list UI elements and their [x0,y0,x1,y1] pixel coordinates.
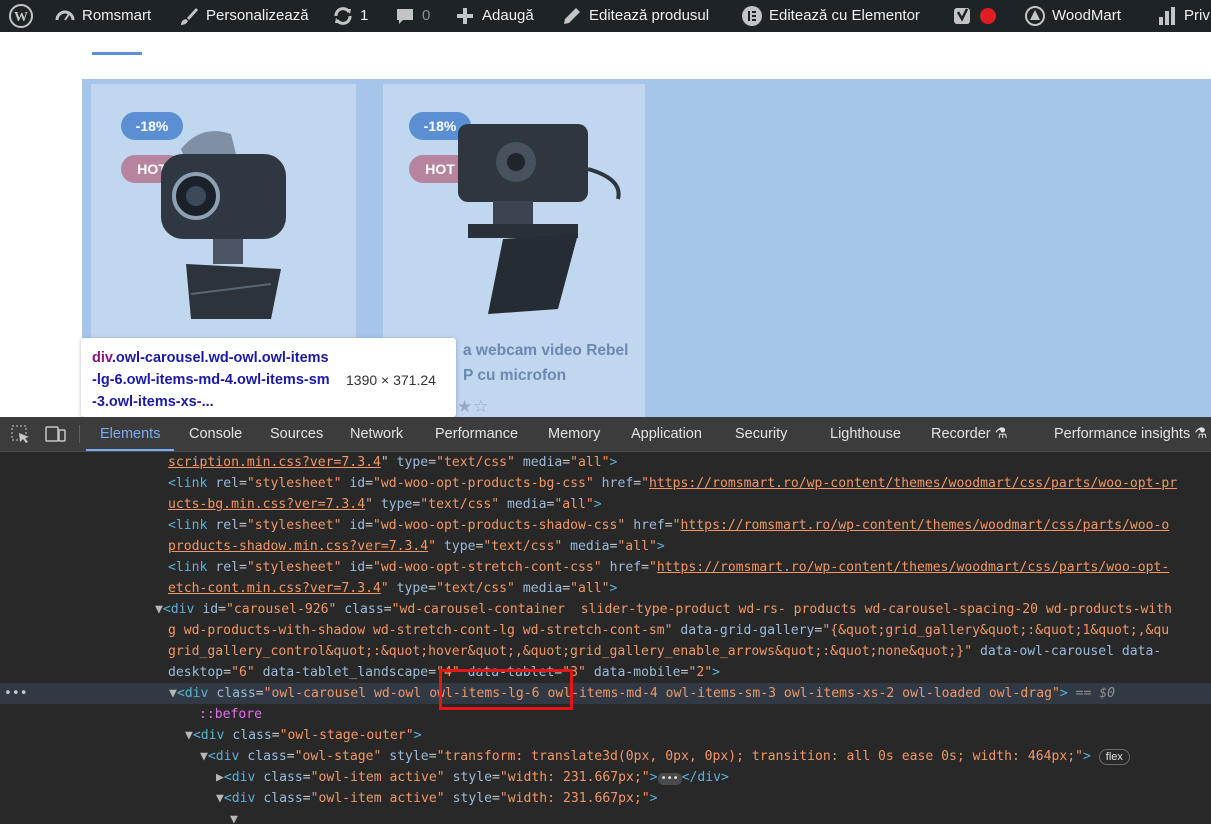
inspect-element-icon[interactable] [11,417,31,451]
selected-node-line[interactable]: ••• [4,683,148,704]
tab-console[interactable]: Console [189,417,242,451]
tab-recorder[interactable]: Recorder ⚗ [931,417,1008,451]
dom-line[interactable]: ▼<div class="owl-stage" style="transform… [200,746,1130,767]
product-title-line: a webcam video Rebel [463,342,629,359]
updates-count: 1 [360,7,369,24]
customize-label: Personalizează [206,7,309,24]
flask-icon: ⚗ [1194,426,1208,442]
dom-line[interactable]: <link rel="stylesheet" id="wd-woo-opt-pr… [168,515,1169,536]
product-title-line: P cu microfon [463,367,567,384]
woodmart-icon [1024,5,1046,27]
refresh-icon [332,5,354,27]
device-toolbar-icon[interactable] [45,417,67,451]
edit-product-label: Editează produsul [589,7,710,24]
tab-security[interactable]: Security [735,417,787,451]
annotation-red-box [439,669,573,710]
tooltip-dimensions: 1390 × 371.24 [346,372,436,388]
flex-badge[interactable]: flex [1098,749,1130,765]
tab-performance-insights-label: Performance insights [1054,426,1191,442]
comment-bubble-icon [394,5,416,27]
webcam-product-image[interactable] [131,114,301,324]
tab-performance-insights[interactable]: Performance insights ⚗ [1054,417,1207,451]
updates-menu[interactable]: 1 [332,0,368,32]
pencil-icon [561,5,583,27]
tab-performance[interactable]: Performance [435,417,518,451]
tooltip-classes: .owl-carousel.wd-owl.owl-items-lg-6.owl-… [92,350,330,410]
dom-line[interactable]: <link rel="stylesheet" id="wd-woo-opt-st… [168,557,1169,578]
dom-line[interactable]: g wd-products-with-shadow wd-stretch-con… [168,620,1169,641]
privacy-label: Priv [1184,7,1210,24]
site-name-menu[interactable]: Romsmart [54,0,151,32]
devtools-panel: Elements Console Sources Network Perform… [0,417,1211,824]
tab-recorder-label: Recorder [931,426,991,442]
dom-line[interactable]: ▼<div class="owl-item active" style="wid… [216,788,658,809]
woodmart-label: WoodMart [1052,7,1121,24]
section-title-underline [92,52,142,55]
dom-line[interactable]: ucts-bg.min.css?ver=7.3.4" type="text/cs… [168,494,602,515]
comments-count: 0 [422,7,431,24]
wp-admin-bar: W Romsmart Personalizează 1 0 Adaugă Edi… [0,0,1211,32]
product-page: -18% HOT -18% HOT a webcam video Rebel P… [0,32,1211,417]
dom-line[interactable]: etch-cont.min.css?ver=7.3.4" type="text/… [168,578,617,599]
svg-text:W: W [14,10,28,25]
dom-line[interactable]: products-shadow.min.css?ver=7.3.4" type=… [168,536,665,557]
dom-line[interactable]: ▶<div class="owl-item active" style="wid… [216,767,729,788]
privacy-menu[interactable]: Priv [1156,0,1210,32]
comments-menu[interactable]: 0 [394,0,430,32]
dom-line[interactable]: ▼<div class="owl-stage-outer"> [185,725,422,746]
add-new-label: Adaugă [482,7,534,24]
tooltip-tag: div [92,350,112,366]
elementor-icon [741,5,763,27]
bar-chart-icon [1156,5,1178,27]
dashboard-gauge-icon [54,5,76,27]
dom-line[interactable]: ▼ [230,809,238,824]
dom-line[interactable]: ::before [199,704,262,725]
tab-separator [79,425,80,443]
plus-icon [454,5,476,27]
yoast-menu[interactable] [952,0,996,32]
edit-elementor-label: Editează cu Elementor [769,7,920,24]
tab-network[interactable]: Network [350,417,403,451]
seo-status-dot [980,8,996,24]
tab-elements[interactable]: Elements [85,417,176,451]
tab-memory[interactable]: Memory [548,417,600,451]
selected-dom-line[interactable]: ▼<div class="owl-carousel wd-owl owl-ite… [169,683,1115,704]
tab-lighthouse[interactable]: Lighthouse [830,417,901,451]
collapsed-children-icon[interactable]: ••• [657,773,682,785]
dom-line[interactable]: grid_gallery_control&quot;:&quot;hover&q… [168,641,1161,662]
dom-tree: scription.min.css?ver=7.3.4" type="text/… [0,452,1211,824]
dom-line[interactable]: scription.min.css?ver=7.3.4" type="text/… [168,452,617,473]
flask-icon: ⚗ [994,426,1008,442]
site-name: Romsmart [82,7,152,24]
edit-elementor-link[interactable]: Editează cu Elementor [741,0,920,32]
rating-stars: ★☆ [457,397,490,416]
tooltip-selector: div.owl-carousel.wd-owl.owl-items-lg-6.o… [92,347,332,413]
tab-sources[interactable]: Sources [270,417,323,451]
wordpress-logo-icon[interactable]: W [8,0,34,32]
tab-application[interactable]: Application [631,417,702,451]
webcam-product-image[interactable] [418,109,628,324]
devtools-tab-bar: Elements Console Sources Network Perform… [0,417,1211,452]
dom-line[interactable]: ▼<div id="carousel-926" class="wd-carous… [155,599,1172,620]
brush-icon [178,5,200,27]
element-inspector-tooltip: div.owl-carousel.wd-owl.owl-items-lg-6.o… [81,338,456,417]
woodmart-menu[interactable]: WoodMart [1024,0,1121,32]
add-new-menu[interactable]: Adaugă [454,0,534,32]
yoast-icon [952,5,974,27]
customize-menu[interactable]: Personalizează [178,0,309,32]
product-title[interactable]: a webcam video Rebel P cu microfon [463,338,638,388]
dom-line[interactable]: <link rel="stylesheet" id="wd-woo-opt-pr… [168,473,1177,494]
edit-product-link[interactable]: Editează produsul [561,0,709,32]
